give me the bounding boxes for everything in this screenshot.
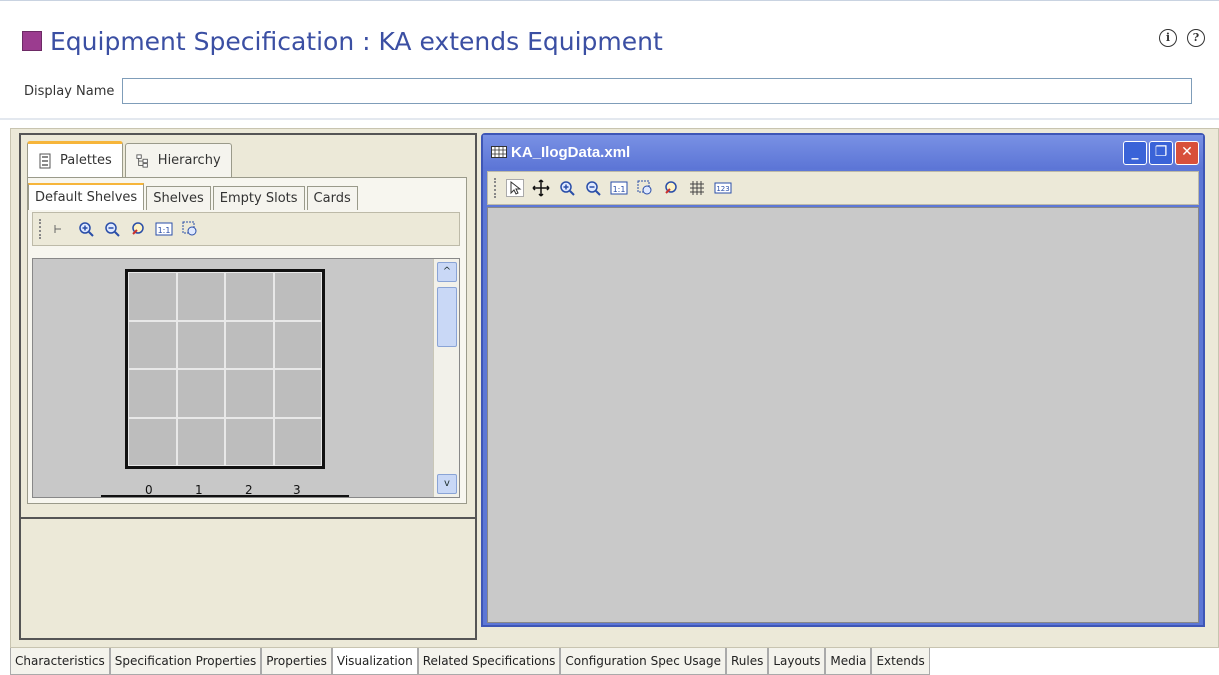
grid-icon[interactable] bbox=[688, 179, 706, 197]
tab-hierarchy-label: Hierarchy bbox=[157, 153, 221, 168]
header-icons: i ? bbox=[1159, 29, 1205, 47]
tab-palettes-label: Palettes bbox=[60, 153, 112, 168]
grid-file-icon bbox=[491, 146, 507, 158]
default-shelf-item[interactable] bbox=[125, 269, 325, 469]
tab-specification-properties[interactable]: Specification Properties bbox=[109, 648, 262, 675]
subtab-shelves[interactable]: Shelves bbox=[146, 186, 211, 210]
subtab-cards[interactable]: Cards bbox=[306, 186, 358, 210]
spec-header: Equipment Specification : KA extends Equ… bbox=[0, 0, 1219, 120]
zoom-fit-icon[interactable] bbox=[129, 220, 147, 238]
help-icon[interactable]: ? bbox=[1187, 29, 1205, 47]
ruler-label: 0 bbox=[145, 483, 153, 497]
tab-media[interactable]: Media bbox=[825, 648, 872, 675]
toolbar-grip[interactable] bbox=[494, 178, 498, 198]
ruler-label: 2 bbox=[245, 483, 253, 497]
tab-characteristics[interactable]: Characteristics bbox=[10, 648, 110, 675]
visualization-area: Palettes Hierarchy Default Shelves Shelv… bbox=[10, 128, 1219, 648]
hierarchy-icon bbox=[136, 153, 148, 168]
shelf-slot bbox=[273, 320, 322, 369]
xml-window-toolbar: 1:1 123 bbox=[487, 171, 1199, 205]
shelf-slot bbox=[176, 417, 225, 466]
palette-icon bbox=[39, 153, 51, 168]
zoom-in-icon[interactable] bbox=[558, 179, 576, 197]
pointer-icon[interactable] bbox=[506, 179, 524, 197]
subtab-default-shelves[interactable]: Default Shelves bbox=[28, 183, 145, 210]
ruler-label: 3 bbox=[293, 483, 301, 497]
tab-rules[interactable]: Rules bbox=[726, 648, 769, 675]
shelf-slot bbox=[176, 369, 225, 418]
zoom-region-icon[interactable] bbox=[181, 220, 199, 238]
actual-size-icon[interactable]: 1:1 bbox=[610, 179, 628, 197]
tab-configuration-spec-usage[interactable]: Configuration Spec Usage bbox=[560, 648, 726, 675]
svg-text:123: 123 bbox=[716, 185, 729, 193]
tab-layouts[interactable]: Layouts bbox=[768, 648, 826, 675]
minimize-button[interactable]: _ bbox=[1123, 141, 1147, 165]
xml-window: KA_IlogData.xml _ ❐ ✕ 1:1 123 bbox=[481, 133, 1205, 627]
actual-size-icon[interactable]: 1:1 bbox=[155, 220, 173, 238]
zoom-region-icon[interactable] bbox=[636, 179, 654, 197]
xml-window-titlebar[interactable]: KA_IlogData.xml _ ❐ ✕ bbox=[483, 135, 1203, 169]
tab-hierarchy[interactable]: Hierarchy bbox=[124, 143, 232, 177]
ruler-label: 1 bbox=[195, 483, 203, 497]
tab-extends[interactable]: Extends bbox=[871, 648, 930, 675]
shelf-slot bbox=[273, 369, 322, 418]
page-title: Equipment Specification : KA extends Equ… bbox=[50, 26, 663, 56]
tab-properties[interactable]: Properties bbox=[261, 648, 332, 675]
shelf-slot bbox=[128, 272, 177, 321]
xml-canvas[interactable] bbox=[487, 207, 1199, 623]
xml-window-title: KA_IlogData.xml bbox=[511, 143, 631, 161]
shelf-slot bbox=[225, 272, 274, 321]
palette-tabs: Palettes Hierarchy bbox=[27, 141, 234, 177]
window-controls: _ ❐ ✕ bbox=[1123, 141, 1199, 165]
shelf-slot bbox=[176, 320, 225, 369]
zoom-in-icon[interactable] bbox=[77, 220, 95, 238]
scroll-up-button[interactable]: ^ bbox=[437, 262, 457, 282]
scroll-thumb[interactable] bbox=[437, 287, 457, 347]
shelf-slot bbox=[273, 417, 322, 466]
restore-button[interactable]: ❐ bbox=[1149, 141, 1173, 165]
palette-toolbar: 1:1 bbox=[32, 212, 460, 246]
tab-related-specifications[interactable]: Related Specifications bbox=[417, 648, 561, 675]
toolbar-grip[interactable] bbox=[39, 219, 43, 239]
svg-text:1:1: 1:1 bbox=[613, 185, 626, 194]
display-name-row: Display Name bbox=[24, 78, 1193, 104]
svg-text:1:1: 1:1 bbox=[158, 226, 171, 235]
shelf-slot bbox=[128, 417, 177, 466]
close-button[interactable]: ✕ bbox=[1175, 141, 1199, 165]
title-row: Equipment Specification : KA extends Equ… bbox=[22, 25, 663, 57]
numbering-icon[interactable]: 123 bbox=[714, 179, 732, 197]
shelf-slot bbox=[225, 369, 274, 418]
ruler-line bbox=[101, 495, 349, 497]
zoom-fit-icon[interactable] bbox=[662, 179, 680, 197]
palette-lower-area bbox=[21, 517, 475, 638]
spec-type-icon bbox=[22, 31, 42, 51]
scroll-down-button[interactable]: v bbox=[437, 474, 457, 494]
zoom-out-icon[interactable] bbox=[103, 220, 121, 238]
tab-visualization[interactable]: Visualization bbox=[331, 648, 418, 675]
palette-panel: Palettes Hierarchy Default Shelves Shelv… bbox=[19, 133, 477, 640]
zoom-out-icon[interactable] bbox=[584, 179, 602, 197]
shelf-slot bbox=[128, 369, 177, 418]
subtab-empty-slots[interactable]: Empty Slots bbox=[212, 186, 305, 210]
info-icon[interactable]: i bbox=[1159, 29, 1177, 47]
palette-canvas[interactable]: 0 1 2 3 ^ v bbox=[32, 258, 460, 498]
tab-palettes[interactable]: Palettes bbox=[27, 141, 123, 177]
shelf-slot bbox=[225, 320, 274, 369]
spec-bottom-tabs: Characteristics Specification Properties… bbox=[10, 648, 930, 675]
select-icon[interactable] bbox=[51, 220, 69, 238]
shelf-slot bbox=[128, 320, 177, 369]
shelf-slot bbox=[273, 272, 322, 321]
slot-ruler: 0 1 2 3 bbox=[101, 483, 349, 497]
palette-scrollbar[interactable]: ^ v bbox=[433, 259, 459, 497]
palette-sub-tabs: Default Shelves Shelves Empty Slots Card… bbox=[28, 182, 360, 210]
display-name-label: Display Name bbox=[24, 83, 115, 99]
palette-body: Default Shelves Shelves Empty Slots Card… bbox=[27, 177, 467, 504]
shelf-slot bbox=[176, 272, 225, 321]
display-name-input[interactable] bbox=[122, 78, 1193, 104]
shelf-slot bbox=[225, 417, 274, 466]
pan-icon[interactable] bbox=[532, 179, 550, 197]
